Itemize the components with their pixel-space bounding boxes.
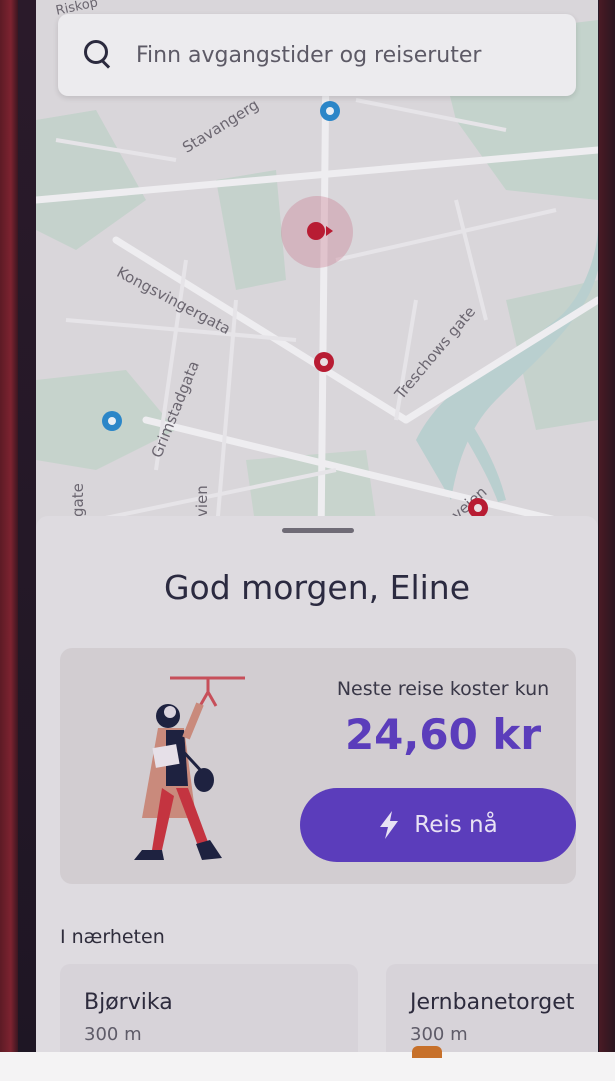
- stop-name: Jernbanetorget: [410, 990, 575, 1015]
- heading-arrow-icon: [326, 226, 333, 236]
- lightning-icon: [380, 811, 399, 839]
- stop-pin-red[interactable]: [314, 352, 334, 372]
- travel-now-button[interactable]: Reis nå: [300, 788, 576, 862]
- app-frame: Riskop Stavangerg Kongsvingergata Grimst…: [0, 0, 615, 1081]
- bus-stop-pin-left[interactable]: [102, 411, 122, 431]
- stop-pin-red-bottom[interactable]: [468, 498, 488, 518]
- map-label-vien: vien: [193, 485, 211, 517]
- promo-price: 24,60 kr: [344, 710, 542, 759]
- search-icon: [82, 38, 116, 72]
- stop-name: Bjørvika: [84, 990, 173, 1015]
- bus-stop-pin[interactable]: [320, 101, 340, 121]
- device-edge-right: [599, 0, 615, 1081]
- location-pin-icon: [474, 504, 482, 512]
- search-bar[interactable]: Finn avgangstider og reiseruter: [58, 14, 576, 96]
- bottom-sheet[interactable]: God morgen, Eline Neste reise koster kun…: [36, 516, 598, 1052]
- stop-distance: 300 m: [410, 1024, 468, 1045]
- transport-mode-badge: [412, 1046, 442, 1058]
- map-view[interactable]: Riskop Stavangerg Kongsvingergata Grimst…: [36, 0, 598, 540]
- device-edge-left: [0, 0, 18, 1081]
- nearby-heading: I nærheten: [60, 926, 165, 948]
- commuter-illustration: [134, 676, 245, 860]
- map-label-gate: gate: [69, 483, 87, 517]
- promo-card: Neste reise koster kun 24,60 kr Reis nå: [60, 648, 576, 884]
- greeting-title: God morgen, Eline: [163, 568, 471, 607]
- location-pin-icon: [320, 358, 328, 366]
- stop-card-bjorvika[interactable]: Bjørvika 300 m: [60, 964, 358, 1052]
- travel-now-label: Reis nå: [414, 812, 498, 838]
- search-placeholder: Finn avgangstider og reiseruter: [136, 42, 482, 68]
- stop-distance: 300 m: [84, 1024, 142, 1045]
- bottom-strip: [0, 1052, 615, 1081]
- stop-card-jernbanetorget[interactable]: Jernbanetorget 300 m: [386, 964, 598, 1052]
- bus-stop-icon: [108, 417, 116, 425]
- phone-screen: Riskop Stavangerg Kongsvingergata Grimst…: [36, 0, 598, 1052]
- sheet-drag-handle[interactable]: [282, 528, 354, 533]
- promo-caption: Neste reise koster kun: [336, 678, 550, 700]
- current-location-pin[interactable]: [307, 222, 325, 240]
- bus-stop-icon: [326, 107, 334, 115]
